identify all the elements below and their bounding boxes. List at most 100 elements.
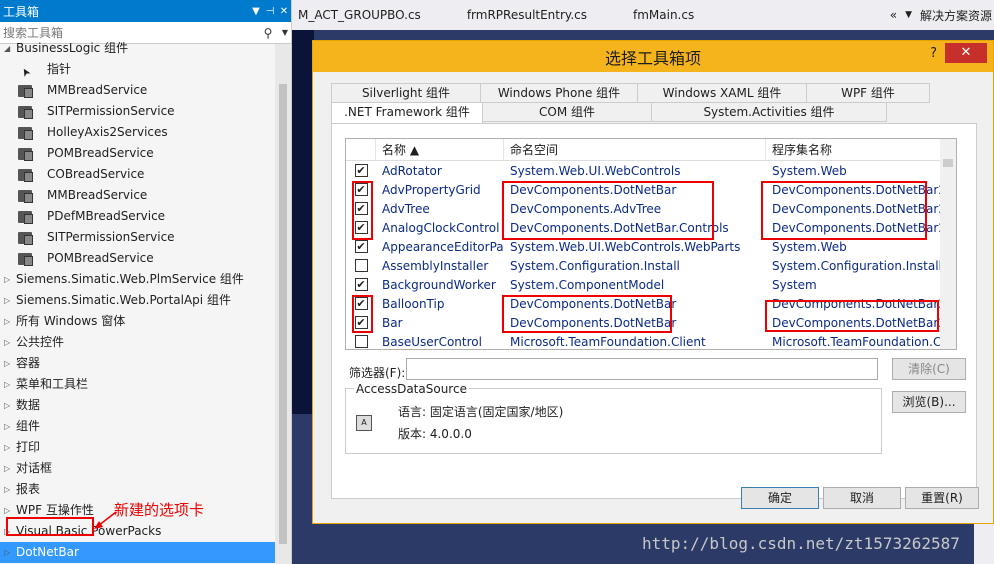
toolbox-group[interactable]: ▷ 对话框: [0, 458, 275, 479]
solution-explorer-tab[interactable]: 解决方案资源: [920, 7, 992, 24]
collapsed-arrow-icon[interactable]: ▷: [4, 479, 14, 500]
collapsed-arrow-icon[interactable]: ▷: [4, 353, 14, 374]
cell-name: AdvPropertyGrid: [382, 182, 481, 197]
toolbox-item-label: 所有 Windows 窗体: [16, 314, 126, 328]
toolbox-item-label: POMBreadService: [47, 146, 154, 160]
component-info-box: AccessDataSource A 语言: 固定语言(固定国家/地区) 版本:…: [345, 382, 882, 454]
tab-row2-item[interactable]: COM 组件: [482, 102, 652, 122]
toolbox-group[interactable]: ▷ 报表: [0, 479, 275, 500]
checkbox-checked[interactable]: ✔: [354, 278, 368, 291]
collapsed-arrow-icon[interactable]: ▷: [4, 269, 14, 290]
component-list[interactable]: 名称 ▲ 命名空间 程序集名称 ✔ AdRotator System.Web.UI.…: [345, 138, 957, 350]
filter-label: 筛选器(F):: [349, 366, 406, 380]
collapsed-arrow-icon[interactable]: ▷: [4, 542, 14, 563]
checkbox-unchecked[interactable]: [354, 259, 368, 272]
toolbox-item-label: COBreadService: [47, 167, 145, 181]
toolbox-list: ◢ BusinessLogic 组件 ➤ 指针 MMBreadService SITPer…: [0, 38, 275, 564]
toolbox-item[interactable]: PDefMBreadService: [0, 206, 275, 227]
toolbox-item-label: 对话框: [16, 461, 53, 475]
collapsed-arrow-icon[interactable]: ▷: [4, 311, 14, 332]
dropdown-icon[interactable]: ▼: [249, 6, 263, 17]
toolbox-item[interactable]: COBreadService: [0, 164, 275, 185]
doc-tab[interactable]: fmMain.cs: [633, 8, 694, 22]
toolbox-group[interactable]: ▷ 数据: [0, 395, 275, 416]
checkbox-unchecked[interactable]: [354, 335, 368, 348]
table-row[interactable]: AssemblyInstaller System.Configuration.In…: [346, 256, 956, 275]
cancel-button[interactable]: 取消: [823, 487, 901, 509]
annotation-text: 新建的选项卡: [114, 501, 205, 519]
toolbox-item-label: Siemens.Simatic.Web.PortalApi 组件: [16, 293, 231, 307]
table-row[interactable]: ✔ AdRotator System.Web.UI.WebControls Syste…: [346, 161, 956, 180]
tab-row1-item[interactable]: WPF 组件: [806, 83, 930, 103]
toolbox-item-label: 打印: [16, 440, 41, 454]
cell-name: BaseUserControl: [382, 334, 482, 349]
scroll-tabs-icon[interactable]: «: [890, 8, 897, 22]
collapsed-arrow-icon[interactable]: ▷: [4, 416, 14, 437]
checkbox-checked[interactable]: ✔: [354, 164, 368, 177]
checkbox-checked[interactable]: ✔: [354, 240, 368, 253]
clear-button[interactable]: 清除(C): [892, 358, 966, 380]
close-icon[interactable]: ✕: [277, 6, 291, 17]
toolbox-item-label: 容器: [16, 356, 41, 370]
toolbox-item[interactable]: SITPermissionService: [0, 227, 275, 248]
collapsed-arrow-icon[interactable]: ▷: [4, 374, 14, 395]
column-header-assembly[interactable]: 程序集名称: [766, 139, 942, 160]
collapsed-arrow-icon[interactable]: ▷: [4, 332, 14, 353]
doc-tab[interactable]: M_ACT_GROUPBO.cs: [298, 8, 421, 22]
collapsed-arrow-icon[interactable]: ▷: [4, 290, 14, 311]
browse-button[interactable]: 浏览(B)...: [892, 391, 966, 413]
toolbox-item[interactable]: MMBreadService: [0, 185, 275, 206]
collapsed-arrow-icon[interactable]: ▷: [4, 395, 14, 416]
tab-row1-item[interactable]: Windows XAML 组件: [637, 83, 807, 103]
expanded-arrow-icon[interactable]: ◢: [4, 38, 14, 59]
tab-row2-item[interactable]: .NET Framework 组件: [331, 102, 483, 124]
cell-assembly: Microsoft.TeamFoundation.Client: [772, 334, 942, 349]
pin-icon[interactable]: ⊣: [263, 6, 277, 17]
designer-surface: [292, 30, 314, 414]
collapsed-arrow-icon[interactable]: ▷: [4, 458, 14, 479]
toolbox-group[interactable]: ▷ 所有 Windows 窗体: [0, 311, 275, 332]
scrollbar-thumb[interactable]: [943, 159, 953, 167]
dropdown-icon[interactable]: ▼: [279, 28, 291, 37]
scrollbar-thumb[interactable]: [279, 84, 287, 544]
row-check-cell: [346, 259, 376, 272]
toolbox-group[interactable]: ▷ Siemens.Simatic.Web.PortalApi 组件: [0, 290, 275, 311]
toolbox-item[interactable]: POMBreadService: [0, 143, 275, 164]
cell-namespace: System.Web.UI.WebControls: [510, 163, 681, 178]
collapsed-arrow-icon[interactable]: ▷: [4, 437, 14, 458]
reset-button[interactable]: 重置(R): [905, 487, 979, 509]
dropdown-icon[interactable]: ▼: [905, 10, 912, 20]
component-icon: [18, 189, 33, 203]
toolbox-group[interactable]: ▷ 组件: [0, 416, 275, 437]
toolbox-group[interactable]: ▷ 公共控件: [0, 332, 275, 353]
filter-input[interactable]: [406, 358, 878, 380]
table-row[interactable]: BaseUserControl Microsoft.TeamFoundation.…: [346, 332, 956, 349]
ok-button[interactable]: 确定: [741, 487, 819, 509]
toolbox-group[interactable]: ▷ 打印: [0, 437, 275, 458]
tab-row2-item[interactable]: System.Activities 组件: [651, 102, 887, 122]
toolbox-scrollbar[interactable]: [275, 44, 291, 564]
toolbox-group[interactable]: ▷ 容器: [0, 353, 275, 374]
help-icon[interactable]: ?: [930, 46, 937, 61]
toolbox-group[interactable]: ▷ DotNetBar: [0, 542, 275, 563]
table-row[interactable]: ✔ BackgroundWorker System.ComponentModel Sy…: [346, 275, 956, 294]
annotation-box: [352, 181, 373, 240]
tab-row1-item[interactable]: Silverlight 组件: [331, 83, 481, 103]
toolbox-item[interactable]: SITPermissionService: [0, 101, 275, 122]
toolbox-group[interactable]: ▷ Siemens.Simatic.Web.PlmService 组件: [0, 269, 275, 290]
toolbox-item[interactable]: HolleyAxis2Services: [0, 122, 275, 143]
component-icon: [18, 252, 33, 266]
tab-row1-item[interactable]: Windows Phone 组件: [480, 83, 638, 103]
toolbox-item[interactable]: MMBreadService: [0, 80, 275, 101]
toolbox-group[interactable]: ◢ BusinessLogic 组件: [0, 38, 275, 59]
doc-tab[interactable]: frmRPResultEntry.cs: [467, 8, 587, 22]
toolbox-item[interactable]: ➤ 指针: [0, 59, 275, 80]
close-button[interactable]: ✕: [945, 43, 987, 63]
column-header-name[interactable]: 名称 ▲: [376, 139, 504, 160]
toolbox-item[interactable]: POMBreadService: [0, 248, 275, 269]
annotation-box: [765, 300, 939, 332]
column-header-namespace[interactable]: 命名空间: [504, 139, 766, 160]
list-scrollbar[interactable]: [940, 139, 956, 349]
toolbox-item-label: 组件: [16, 419, 41, 433]
toolbox-group[interactable]: ▷ 菜单和工具栏: [0, 374, 275, 395]
